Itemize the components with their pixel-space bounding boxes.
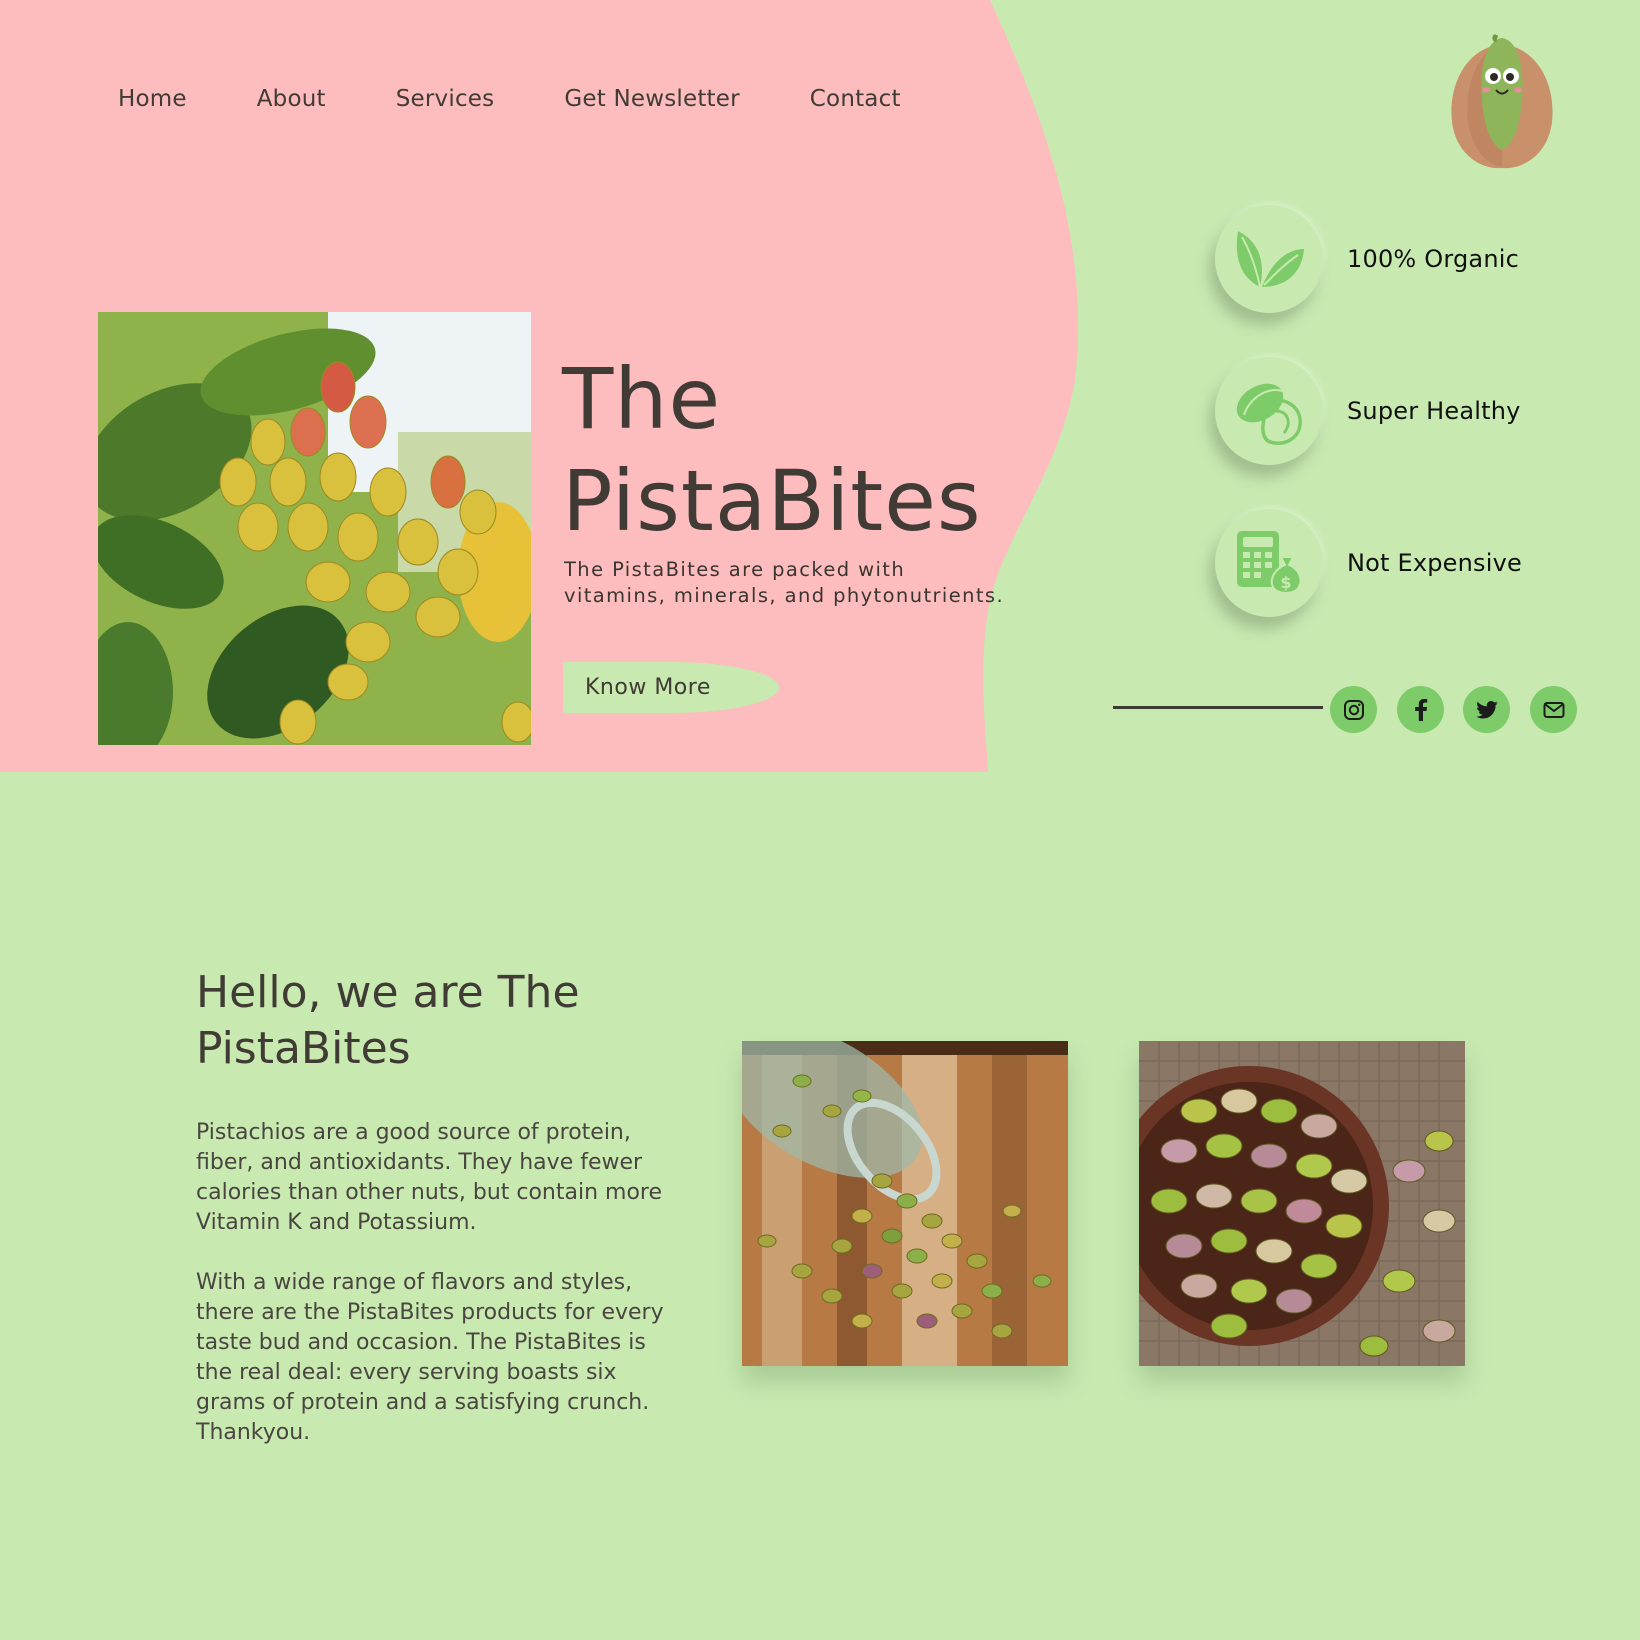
social-divider-line bbox=[1113, 706, 1323, 709]
nav-home[interactable]: Home bbox=[118, 86, 187, 112]
feature-healthy-label: Super Healthy bbox=[1347, 397, 1521, 425]
pistachio-mascot-logo[interactable] bbox=[1446, 30, 1558, 172]
nav-about[interactable]: About bbox=[257, 86, 326, 112]
nav-services[interactable]: Services bbox=[396, 86, 495, 112]
pistachio-icon bbox=[1215, 357, 1323, 465]
nav-get-newsletter[interactable]: Get Newsletter bbox=[564, 86, 739, 112]
feature-healthy: Super Healthy bbox=[1215, 357, 1521, 465]
leaf-icon bbox=[1215, 205, 1323, 313]
hero-pistachio-tree-photo bbox=[98, 312, 531, 745]
feature-not-expensive: $ Not Expensive bbox=[1215, 509, 1522, 617]
feature-organic: 100% Organic bbox=[1215, 205, 1519, 313]
pistachio-jar-photo bbox=[742, 1041, 1068, 1366]
feature-organic-label: 100% Organic bbox=[1347, 245, 1519, 273]
feature-not-expensive-label: Not Expensive bbox=[1347, 549, 1522, 577]
twitter-icon[interactable] bbox=[1463, 686, 1510, 733]
facebook-icon[interactable] bbox=[1397, 686, 1444, 733]
hero-description: The PistaBites are packed with vitamins,… bbox=[564, 558, 1005, 607]
about-paragraph-2: With a wide range of flavors and styles,… bbox=[196, 1270, 664, 1445]
hero-title-line1: The bbox=[562, 350, 722, 448]
hero-title-line2: PistaBites bbox=[562, 452, 982, 550]
about-title: Hello, we are The PistaBites bbox=[196, 967, 580, 1074]
nav-contact[interactable]: Contact bbox=[810, 86, 901, 112]
instagram-icon[interactable] bbox=[1330, 686, 1377, 733]
about-paragraph-1: Pistachios are a good source of protein,… bbox=[196, 1120, 663, 1235]
hero-title: The PistaBites bbox=[562, 348, 982, 552]
know-more-button[interactable]: Know More bbox=[563, 662, 779, 713]
svg-text:$: $ bbox=[1280, 573, 1291, 592]
main-nav: Home About Services Get Newsletter Conta… bbox=[118, 86, 971, 112]
calculator-money-icon: $ bbox=[1215, 509, 1323, 617]
pistachio-bowl-photo bbox=[1139, 1041, 1465, 1366]
mail-icon[interactable] bbox=[1530, 686, 1577, 733]
